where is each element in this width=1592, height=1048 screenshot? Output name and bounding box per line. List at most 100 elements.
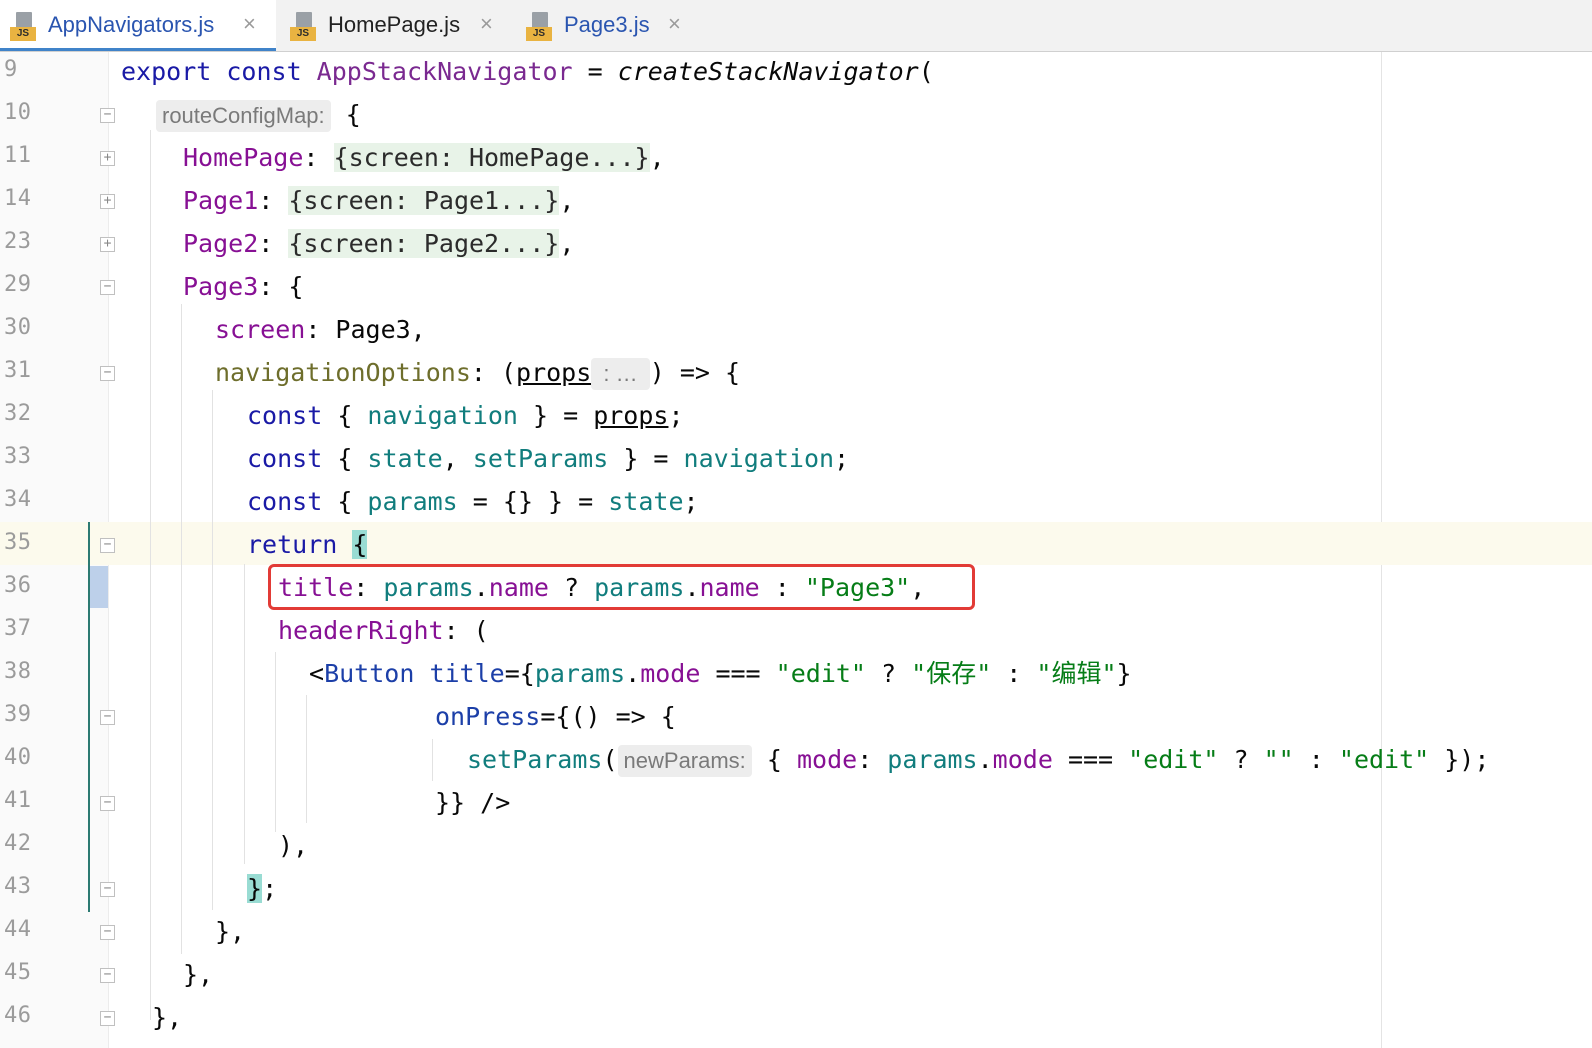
code-line[interactable]: 30 screen: Page3, [0,310,1592,353]
code-text: navigationOptions: (props : … ) => { [215,357,740,390]
fold-expand-icon[interactable]: + [100,151,115,166]
code-line[interactable]: 29 − Page3: { [0,267,1592,310]
line-number: 38 [4,659,32,684]
tab-homepage[interactable]: JS HomePage.js × [280,0,512,51]
highlight-annotation-box [268,564,975,610]
line-number: 44 [4,917,32,942]
code-text: Page3: { [183,272,304,301]
line-number: 23 [4,229,32,254]
code-line[interactable]: 39 − onPress={() => { [0,697,1592,740]
js-file-icon: JS [290,12,316,42]
code-text: <Button title={params.mode === "edit" ? … [309,659,1132,688]
line-number: 29 [4,272,32,297]
line-number: 34 [4,487,32,512]
code-line[interactable]: 40 setParams(newParams: { mode: params.m… [0,740,1592,783]
code-line[interactable]: 42 ), [0,826,1592,869]
code-line[interactable]: 45 − }, [0,955,1592,998]
line-number: 40 [4,745,32,770]
code-text: }, [183,960,214,989]
code-line[interactable]: 34 const { params = {} } = state; [0,482,1592,525]
line-number: 46 [4,1003,32,1028]
line-number: 33 [4,444,32,469]
line-number: 41 [4,788,32,813]
fold-end-icon[interactable]: − [100,925,115,940]
js-file-icon: JS [526,12,552,42]
fold-collapse-icon[interactable]: − [100,538,115,553]
line-number: 10 [4,100,32,125]
close-icon[interactable]: × [668,11,681,37]
folded-region: {screen: Page1...} [288,186,560,215]
code-text: export const AppStackNavigator = createS… [121,57,934,86]
line-number: 14 [4,186,32,211]
code-line[interactable]: 9 export const AppStackNavigator = creat… [0,52,1592,95]
code-text: return { [247,530,368,559]
fold-end-icon[interactable]: − [100,882,115,897]
js-file-icon: JS [10,12,36,42]
brace-match: { [352,530,368,559]
code-line[interactable]: 43 − }; [0,869,1592,912]
fold-end-icon[interactable]: − [100,968,115,983]
tab-label: Page3.js [564,12,650,37]
folded-region: {screen: Page2...} [288,229,560,258]
code-line[interactable]: 11 + HomePage: {screen: HomePage...}, [0,138,1592,181]
parameter-hint: newParams: [617,745,752,777]
code-text: Page1: {screen: Page1...}, [183,186,575,215]
line-number: 11 [4,143,32,168]
code-text: routeConfigMap: { [156,99,361,132]
line-number: 37 [4,616,32,641]
line-number: 39 [4,702,32,727]
code-text: HomePage: {screen: HomePage...}, [183,143,665,172]
fold-expand-icon[interactable]: + [100,237,115,252]
code-text: }; [247,874,278,903]
code-text: }, [215,917,246,946]
fold-collapse-icon[interactable]: − [100,280,115,295]
code-line[interactable]: 10 − routeConfigMap: { [0,95,1592,138]
code-text: setParams(newParams: { mode: params.mode… [467,744,1489,777]
parameter-hint: routeConfigMap: [156,100,331,132]
line-number: 31 [4,358,32,383]
line-number: 36 [4,573,32,598]
code-text: onPress={() => { [435,702,676,731]
type-hint: : … [591,358,650,390]
close-icon[interactable]: × [480,11,493,37]
code-line[interactable]: 32 const { navigation } = props; [0,396,1592,439]
code-text: }} /> [435,788,511,817]
brace-match: } [247,874,263,903]
code-text: Page2: {screen: Page2...}, [183,229,575,258]
folded-region: {screen: HomePage...} [333,143,650,172]
fold-collapse-icon[interactable]: − [100,366,115,381]
tab-label: HomePage.js [328,12,461,37]
line-number: 42 [4,831,32,856]
code-line[interactable]: 31 − navigationOptions: (props : … ) => … [0,353,1592,396]
code-text: headerRight: ( [278,616,489,645]
fold-expand-icon[interactable]: + [100,194,115,209]
code-text: screen: Page3, [215,315,426,344]
tab-page3[interactable]: JS Page3.js × [516,0,700,51]
fold-end-icon[interactable]: − [100,796,115,811]
code-text: const { state, setParams } = navigation; [247,444,850,473]
code-text: const { params = {} } = state; [247,487,699,516]
code-line[interactable]: 37 headerRight: ( [0,611,1592,654]
code-line[interactable]: 14 + Page1: {screen: Page1...}, [0,181,1592,224]
code-text: const { navigation } = props; [247,401,684,430]
line-number: 9 [4,57,18,82]
tab-label: AppNavigators.js [48,12,215,37]
code-line[interactable]: 35 − return { [0,525,1592,568]
code-line[interactable]: 23 + Page2: {screen: Page2...}, [0,224,1592,267]
code-line[interactable]: 38 <Button title={params.mode === "edit"… [0,654,1592,697]
line-number: 35 [4,530,32,555]
line-number: 30 [4,315,32,340]
code-line[interactable]: 44 − }, [0,912,1592,955]
close-icon[interactable]: × [243,11,256,37]
fold-end-icon[interactable]: − [100,1011,115,1026]
code-text: }, [152,1003,183,1032]
tab-appnavigators[interactable]: JS AppNavigators.js × [0,0,276,51]
code-line[interactable]: 41 − }} /> [0,783,1592,826]
line-number: 32 [4,401,32,426]
fold-collapse-icon[interactable]: − [100,710,115,725]
line-number: 45 [4,960,32,985]
fold-collapse-icon[interactable]: − [100,108,115,123]
line-number: 43 [4,874,32,899]
code-line[interactable]: 33 const { state, setParams } = navigati… [0,439,1592,482]
code-line[interactable]: 46 − }, [0,998,1592,1041]
